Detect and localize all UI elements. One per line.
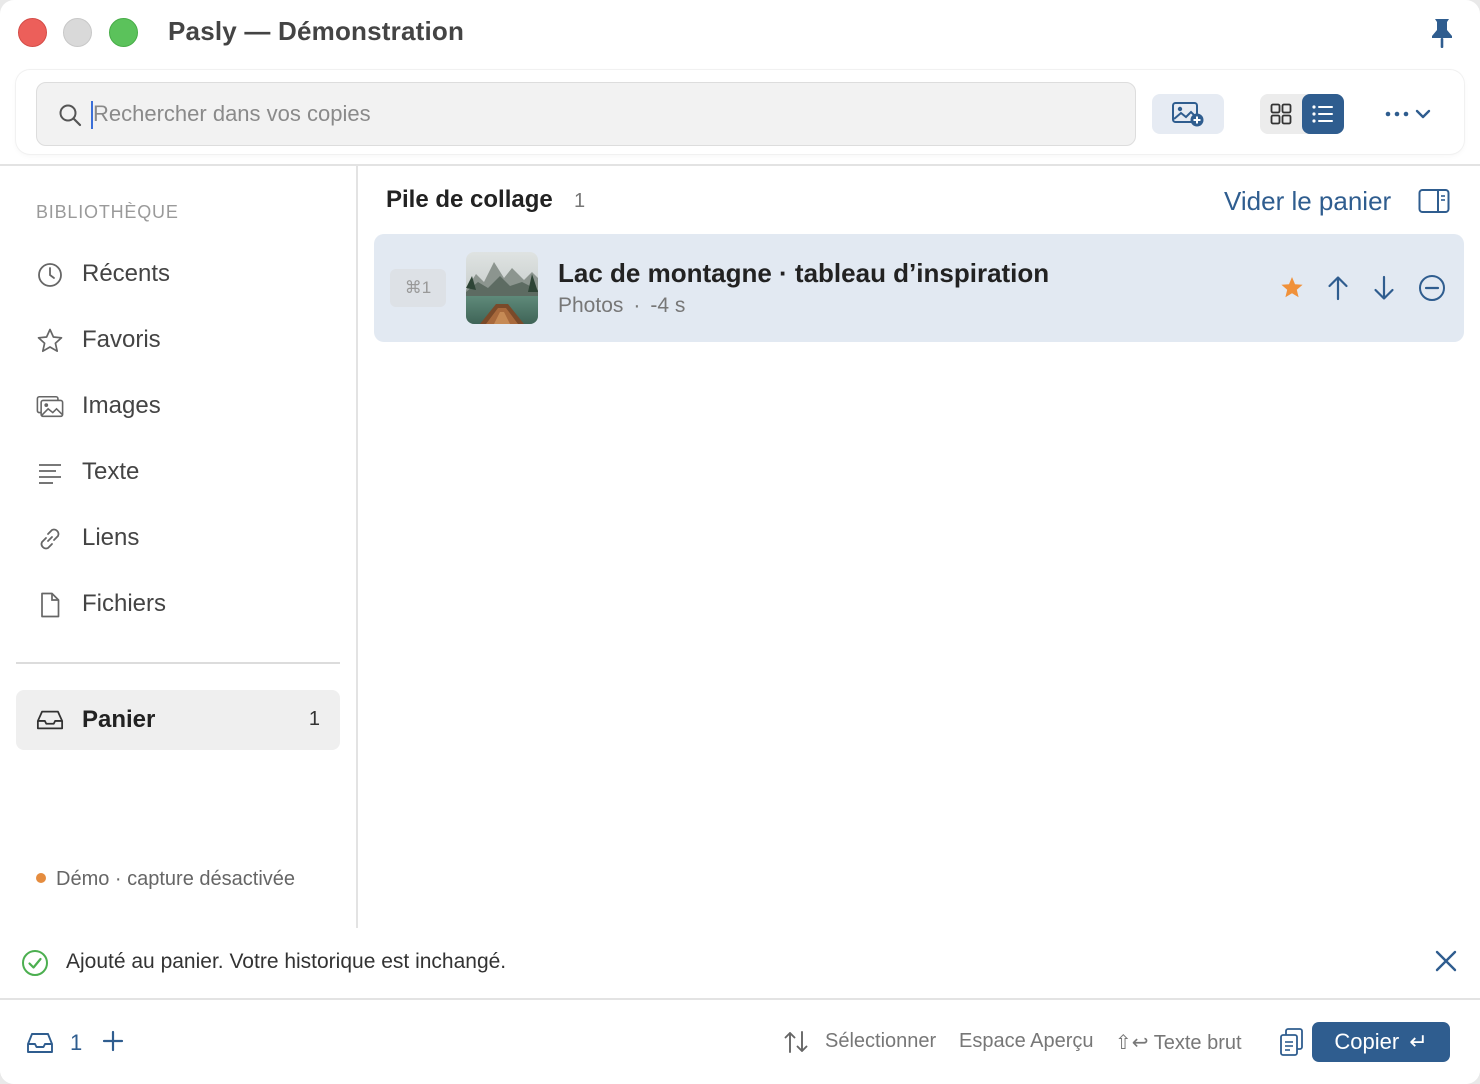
clock-icon: [38, 263, 62, 287]
images-icon: [36, 395, 64, 418]
star-icon: [37, 328, 63, 353]
search-box[interactable]: [36, 82, 1136, 146]
window-minimize-button[interactable]: [63, 18, 92, 47]
up-down-arrows-icon: [784, 1031, 808, 1053]
item-age: -4 s: [650, 294, 686, 317]
sidebar-item-panier[interactable]: Panier 1: [16, 690, 340, 750]
search-input[interactable]: [93, 93, 1093, 135]
item-meta: Photos · -4 s: [558, 294, 685, 318]
footer-basket-count: 1: [70, 1030, 83, 1055]
meta-separator: ·: [633, 294, 641, 317]
plus-icon[interactable]: [100, 1028, 126, 1054]
sidebar-item-images[interactable]: Images: [16, 378, 340, 434]
sidebar-section-title: BIBLIOTHÈQUE: [36, 202, 179, 222]
sidebar-toggle-icon[interactable]: [1418, 188, 1450, 214]
file-icon: [41, 592, 60, 618]
page-title: Pile de collage: [386, 186, 553, 213]
status-text: Démo · capture désactivée: [56, 868, 296, 890]
sidebar-item-label: Panier: [82, 706, 156, 733]
sidebar-item-label: Récents: [82, 260, 171, 287]
toast-message: Ajouté au panier. Votre historique est i…: [66, 950, 507, 973]
tray-icon[interactable]: [26, 1030, 54, 1056]
link-icon: [40, 528, 60, 550]
add-image-button[interactable]: [1152, 94, 1224, 134]
sidebar-item-texte[interactable]: Texte: [16, 444, 340, 500]
sidebar-item-label: Liens: [82, 524, 140, 551]
item-source: Photos: [558, 294, 624, 317]
return-key-icon: ↵: [1409, 1029, 1428, 1054]
list-item[interactable]: ⌘1 Lac de montagne · tableau d’inspirati…: [374, 234, 1464, 342]
image-add-icon: [1172, 102, 1204, 127]
capture-status: Démo · capture désactivée: [36, 868, 295, 891]
list-icon: [1312, 105, 1333, 123]
basket-count-badge: 1: [308, 708, 320, 730]
tray-icon: [36, 710, 64, 730]
main-panel: Pile de collage 1 Vider le panier ⌘1 Lac…: [358, 166, 1480, 928]
ellipsis-icon: [1385, 111, 1409, 117]
empty-basket-button[interactable]: Vider le panier: [1224, 186, 1391, 217]
thumbnail-image: [466, 252, 538, 324]
checkmark-circle-icon: [22, 950, 48, 976]
copy-button-label: Copier: [1334, 1029, 1400, 1054]
list-view-button[interactable]: [1302, 94, 1344, 134]
sidebar-item-label: Images: [82, 392, 161, 419]
sidebar-item-recents[interactable]: Récents: [16, 246, 340, 302]
sidebar-item-label: Favoris: [82, 326, 161, 353]
app-window: Pasly — Démonstration Rechercher dans vo…: [0, 0, 1480, 1084]
view-mode-toggle: [1260, 94, 1344, 134]
text-lines-icon: [39, 464, 61, 484]
sidebar-item-favoris[interactable]: Favoris: [16, 312, 340, 368]
window-zoom-button[interactable]: [109, 18, 138, 47]
star-filled-icon[interactable]: [1276, 272, 1308, 304]
hint-plain-text: ⇧↩ Texte brut: [1115, 1030, 1242, 1055]
sidebar-item-label: Fichiers: [82, 590, 167, 617]
item-title: Lac de montagne · tableau d’inspiration: [558, 258, 1050, 288]
move-down-icon[interactable]: [1368, 272, 1400, 304]
status-dot: [36, 873, 46, 883]
remove-icon[interactable]: [1416, 272, 1448, 304]
shift-return-glyph: ⇧↩: [1115, 1032, 1149, 1054]
sidebar-item-fichiers[interactable]: Fichiers: [16, 576, 340, 632]
item-count: 1: [574, 190, 586, 212]
grid-icon: [1270, 103, 1292, 125]
hint-preview: Espace Aperçu: [959, 1030, 1094, 1052]
chevron-down-icon: [1415, 109, 1431, 119]
search-icon: [59, 104, 82, 127]
pin-icon[interactable]: [1428, 16, 1456, 50]
shortcut-badge: ⌘1: [390, 269, 446, 307]
clipboard-copy-icon[interactable]: [1278, 1026, 1306, 1058]
close-icon[interactable]: [1432, 947, 1460, 975]
footer-bar: 1 Sélectionner Espace Aperçu ⇧↩ Texte br…: [0, 1000, 1480, 1084]
window-close-button[interactable]: [18, 18, 47, 47]
sidebar-item-liens[interactable]: Liens: [16, 510, 340, 566]
window-title: Pasly — Démonstration: [168, 16, 465, 46]
sidebar: BIBLIOTHÈQUE Récents Favoris Images Text…: [0, 166, 357, 928]
sidebar-item-label: Texte: [82, 458, 140, 485]
row-actions: [1276, 272, 1456, 304]
title-bar: Pasly — Démonstration: [0, 0, 1480, 66]
hint-plain-label: Texte brut: [1153, 1032, 1242, 1054]
more-options-button[interactable]: [1378, 94, 1438, 134]
copy-button[interactable]: Copier ↵: [1312, 1022, 1450, 1062]
hint-select: Sélectionner: [825, 1030, 937, 1052]
move-up-icon[interactable]: [1322, 272, 1354, 304]
sidebar-divider: [16, 662, 340, 664]
toast-notification: Ajouté au panier. Votre historique est i…: [0, 928, 1480, 998]
toolbar: [16, 70, 1464, 154]
grid-view-button[interactable]: [1260, 94, 1302, 134]
